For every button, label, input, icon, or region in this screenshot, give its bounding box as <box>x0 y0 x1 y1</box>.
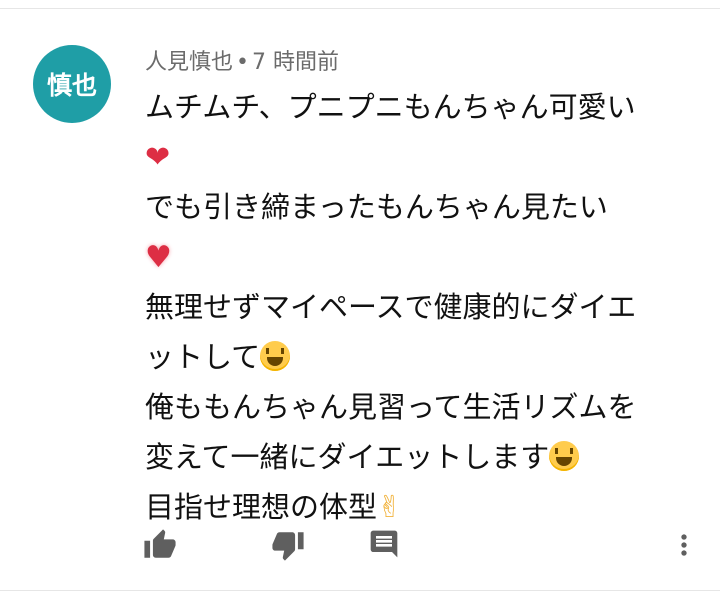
bottom-divider <box>0 590 720 591</box>
top-divider <box>0 8 720 9</box>
comment-line: でも引き締まったもんちゃん見たい <box>145 190 608 224</box>
comment-actions <box>0 520 720 570</box>
sparkling-heart-emoji: ♥ <box>145 240 172 275</box>
comment-line: ットして <box>145 332 693 382</box>
comment-body: ムチムチ、プニプニもんちゃん可愛い ❤ でも引き締まったもんちゃん見たい ♥ 無… <box>145 82 693 532</box>
red-heart-emoji: ❤ <box>145 140 171 175</box>
comment-time: 7 時間前 <box>252 50 339 75</box>
comment-line: 変えて一緒にダイエットします <box>145 432 693 482</box>
thumb-down-icon[interactable] <box>271 528 305 566</box>
comment-line: 無理せずマイペースで健康的にダイエ <box>145 290 637 324</box>
comment-line: ♥ <box>145 232 693 282</box>
comment-line: ❤ <box>145 132 693 182</box>
laughing-face-emoji <box>260 341 291 371</box>
comment-line: ムチムチ、プニプニもんちゃん可愛い <box>145 90 636 124</box>
comment-line: 俺ももんちゃん見習って生活リズムを <box>145 390 637 424</box>
reply-icon[interactable] <box>368 528 400 564</box>
meta-separator: • <box>236 50 249 75</box>
comment-meta: 人見慎也 • 7 時間前 <box>145 44 339 76</box>
avatar[interactable]: 慎也 <box>33 45 111 123</box>
thumb-up-icon[interactable] <box>143 528 177 566</box>
author-name[interactable]: 人見慎也 <box>145 50 233 75</box>
more-vert-icon[interactable] <box>668 528 700 566</box>
laughing-face-emoji <box>549 441 580 471</box>
